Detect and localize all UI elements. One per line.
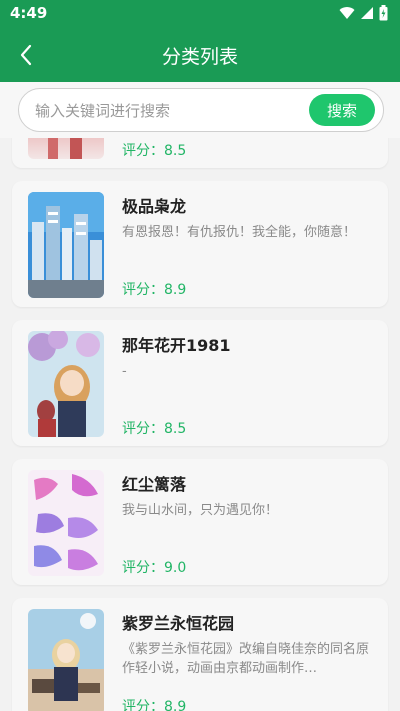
list-item[interactable]: 紫罗兰永恒花园 《紫罗兰永恒花园》改编自晓佳奈的同名原作轻小说，动画由京都动画制…	[12, 598, 388, 711]
wifi-icon	[339, 7, 355, 20]
status-icons	[339, 5, 388, 21]
item-desc: -	[122, 364, 127, 379]
item-title: 红尘篱落	[122, 475, 187, 494]
status-bar: 4:49	[0, 0, 400, 28]
item-title: 那年花开1981	[122, 336, 231, 355]
item-desc: 《紫罗兰永恒花园》改编自晓佳奈的同名原作轻小说，动画由京都动画制作…	[122, 642, 370, 676]
signal-icon	[361, 7, 373, 19]
list-item[interactable]: 极品枭龙 有恩报恩！有仇报仇！我全能，你随意！ 评分：8.9	[12, 181, 388, 307]
cover-image	[28, 470, 104, 576]
app-bar: 分类列表	[0, 28, 400, 82]
status-time: 4:49	[10, 4, 48, 22]
category-list: 评分：8.5 极品枭龙 有恩报恩！有仇报仇！我全能，你随意！ 评分：8.9 那年…	[0, 138, 400, 711]
search-button[interactable]: 搜索	[309, 94, 375, 126]
search-box: 搜索	[18, 88, 384, 132]
item-score: 评分：8.5	[122, 421, 187, 437]
cover-image	[28, 192, 104, 298]
list-item[interactable]: 那年花开1981 - 评分：8.5	[12, 320, 388, 446]
cover-image	[28, 138, 104, 159]
item-desc: 有恩报恩！有仇报仇！我全能，你随意！	[122, 225, 357, 240]
item-score: 评分：8.9	[122, 282, 187, 298]
item-title: 紫罗兰永恒花园	[122, 614, 235, 633]
item-title: 极品枭龙	[122, 197, 187, 216]
item-score: 评分：8.9	[122, 699, 187, 711]
cover-image	[28, 331, 104, 437]
page-title: 分类列表	[161, 46, 238, 68]
search-input[interactable]	[35, 99, 295, 123]
item-score: 评分：9.0	[122, 560, 187, 576]
list-item[interactable]: 评分：8.5	[12, 138, 388, 168]
item-desc: 我与山水间，只为遇见你！	[122, 503, 279, 518]
list-item[interactable]: 红尘篱落 我与山水间，只为遇见你！ 评分：9.0	[12, 459, 388, 585]
battery-icon	[379, 5, 388, 21]
item-score: 评分：8.5	[122, 143, 187, 159]
cover-image	[28, 609, 104, 711]
search-bar: 搜索	[0, 82, 400, 138]
